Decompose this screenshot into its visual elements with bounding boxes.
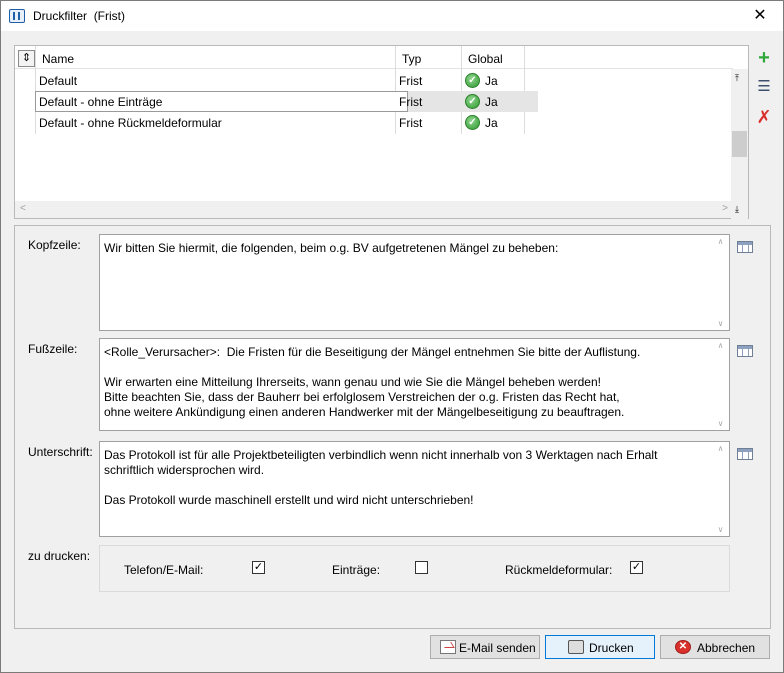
grid-header: ⇕ Name Typ Global [15, 46, 733, 69]
row-name: Default [39, 74, 78, 88]
telefon-email-checkbox[interactable]: ✓ [252, 561, 265, 574]
table-icon[interactable] [737, 345, 753, 357]
row-global: Ja [485, 95, 498, 109]
eintraege-checkbox[interactable] [415, 561, 428, 574]
unterschrift-text: Das Protokoll ist für alle Projektbeteil… [104, 448, 658, 507]
column-header-global[interactable]: Global [468, 52, 503, 66]
column-header-typ[interactable]: Typ [402, 52, 421, 66]
title-bar: Druckfilter (Frist) ✕ [1, 1, 783, 31]
eintraege-label: Einträge: [332, 563, 381, 577]
table-icon[interactable] [737, 241, 753, 253]
row-name: Default - ohne Rückmeldeformular [39, 116, 222, 130]
printer-icon [568, 640, 584, 654]
row-global: Ja [485, 116, 498, 130]
table-row[interactable]: Default - ohne Rückmeldeformular Frist ✓… [35, 112, 538, 133]
kopfzeile-scrollbar[interactable]: ∧ ∨ [712, 235, 729, 330]
unterschrift-label: Unterschrift: [28, 445, 93, 459]
grid-vertical-scrollbar[interactable]: ∨ [731, 69, 748, 219]
edit-icon[interactable]: ☰ [755, 79, 773, 95]
table-row[interactable]: Default Frist ✓ Ja [35, 70, 538, 91]
email-send-label: E-Mail senden [459, 641, 536, 655]
scroll-right-icon[interactable]: > [722, 203, 728, 214]
rueckmeldeformular-label: Rückmeldeformular: [505, 563, 613, 577]
check-icon: ✓ [465, 115, 480, 130]
check-icon: ✓ [465, 94, 480, 109]
print-button[interactable]: Drucken [545, 635, 655, 659]
row-typ: Frist [399, 116, 423, 130]
window-subtitle: (Frist) [93, 9, 126, 23]
table-row-selected[interactable]: Default - ohne Einträge Frist ✓ Ja [35, 91, 538, 112]
unterschrift-scrollbar[interactable]: ∧ ∨ [712, 442, 729, 536]
scroll-down-icon[interactable]: ∨ [712, 419, 729, 428]
telefon-email-label: Telefon/E-Mail: [124, 563, 204, 577]
kopfzeile-text: Wir bitten Sie hiermit, die folgenden, b… [104, 241, 559, 255]
print-options-label: zu drucken: [28, 549, 91, 563]
row-name: Default - ohne Einträge [39, 95, 163, 109]
scroll-left-icon[interactable]: < [20, 203, 26, 214]
scroll-down-icon[interactable]: ∨ [712, 525, 729, 534]
filter-grid: ⇕ Name Typ Global Default Frist ✓ Ja Def… [14, 45, 749, 219]
delete-icon[interactable]: ✗ [755, 108, 773, 126]
plus-icon[interactable]: + [755, 48, 773, 68]
scroll-down-icon[interactable]: ∨ [712, 319, 729, 328]
row-typ: Frist [399, 74, 423, 88]
kopfzeile-textarea[interactable]: Wir bitten Sie hiermit, die folgenden, b… [99, 234, 730, 331]
fusszeile-textarea[interactable]: <Rolle_Verursacher>: Die Fristen für die… [99, 338, 730, 431]
cancel-label: Abbrechen [697, 641, 756, 655]
row-typ: Frist [399, 95, 423, 109]
email-send-button[interactable]: E-Mail senden [430, 635, 540, 659]
app-icon [9, 9, 25, 23]
scroll-thumb[interactable] [732, 131, 747, 157]
mail-icon [440, 640, 456, 654]
cancel-button[interactable]: ✕ Abbrechen [660, 635, 770, 659]
rueckmeldeformular-checkbox[interactable]: ✓ [630, 561, 643, 574]
table-icon[interactable] [737, 448, 753, 460]
jump-top-icon[interactable]: ⤒ [735, 74, 743, 83]
kopfzeile-label: Kopfzeile: [28, 238, 81, 252]
jump-bottom-icon[interactable]: ⤓ [735, 205, 743, 214]
cancel-icon: ✕ [675, 640, 691, 654]
grid-horizontal-scrollbar[interactable]: < > [15, 201, 733, 218]
scroll-up-icon[interactable]: ∧ [712, 237, 729, 246]
scroll-up-icon[interactable]: ∧ [712, 341, 729, 350]
column-header-name[interactable]: Name [42, 52, 74, 66]
scroll-up-icon[interactable]: ∧ [712, 444, 729, 453]
unterschrift-textarea[interactable]: Das Protokoll ist für alle Projektbeteil… [99, 441, 730, 537]
window-title-text: Druckfilter [33, 9, 88, 23]
row-global: Ja [485, 74, 498, 88]
fusszeile-text: <Rolle_Verursacher>: Die Fristen für die… [104, 345, 641, 419]
dialog-window: Druckfilter (Frist) ✕ ⇕ Name Typ Global … [0, 0, 784, 673]
print-label: Drucken [589, 641, 634, 655]
close-button[interactable]: ✕ [737, 1, 783, 31]
sort-icon[interactable]: ⇕ [18, 50, 35, 67]
window-title: Druckfilter (Frist) [33, 9, 125, 23]
fusszeile-label: Fußzeile: [28, 342, 78, 356]
check-icon: ✓ [465, 73, 480, 88]
fusszeile-scrollbar[interactable]: ∧ ∨ [712, 339, 729, 430]
